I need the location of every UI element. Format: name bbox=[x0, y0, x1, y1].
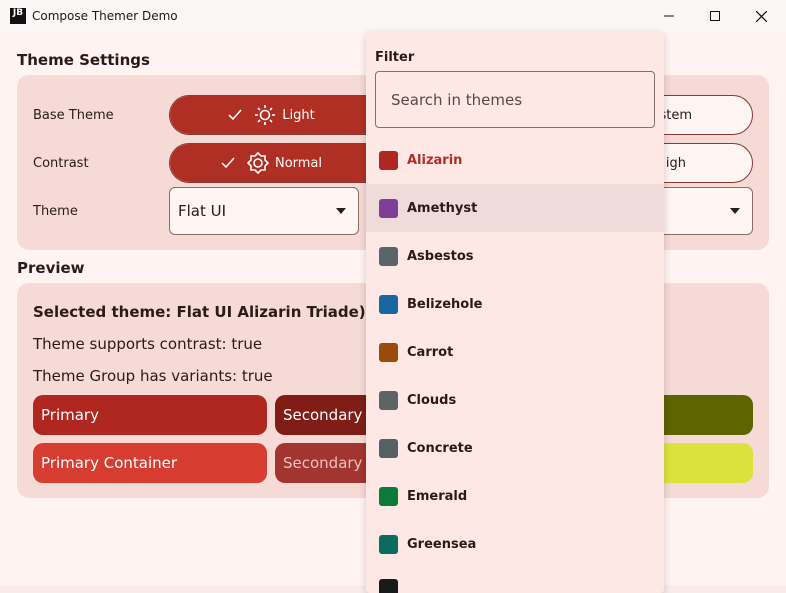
color-swatch bbox=[379, 390, 398, 410]
theme-select-value: Flat UI bbox=[178, 202, 227, 220]
check-icon bbox=[228, 109, 242, 121]
theme-option-carrot[interactable]: Carrot bbox=[366, 328, 664, 376]
sun-icon bbox=[254, 104, 276, 126]
theme-option-label: Amethyst bbox=[407, 200, 478, 216]
check-icon bbox=[221, 157, 235, 169]
preview-title: Preview bbox=[17, 259, 85, 277]
theme-option-label: Greensea bbox=[407, 536, 477, 552]
theme-option-clouds[interactable]: Clouds bbox=[366, 376, 664, 424]
color-swatch bbox=[379, 246, 398, 266]
title-bar: JB Compose Themer Demo bbox=[0, 0, 786, 32]
theme-dropdown-menu: Filter Alizarin Amethyst Asbestos Belize… bbox=[366, 32, 664, 593]
maximize-icon bbox=[710, 11, 720, 21]
theme-option-alizarin[interactable]: Alizarin bbox=[366, 136, 664, 184]
supports-contrast-text: Theme supports contrast: true bbox=[33, 335, 263, 353]
theme-option-amethyst[interactable]: Amethyst bbox=[366, 184, 664, 232]
theme-search-input[interactable] bbox=[375, 71, 655, 128]
primary-chip: Primary bbox=[33, 395, 267, 435]
secondary-chip: Secondary bbox=[275, 395, 375, 435]
color-swatch bbox=[379, 198, 398, 218]
app-icon: JB bbox=[10, 8, 26, 24]
color-swatch bbox=[379, 579, 398, 593]
contrast-normal-label: Normal bbox=[274, 155, 323, 171]
theme-option-greensea[interactable]: Greensea bbox=[366, 520, 664, 568]
theme-label: Theme bbox=[33, 204, 78, 219]
theme-option-concrete[interactable]: Concrete bbox=[366, 424, 664, 472]
base-theme-light-label: Light bbox=[282, 107, 315, 123]
theme-option-emerald[interactable]: Emerald bbox=[366, 472, 664, 520]
theme-select[interactable]: Flat UI bbox=[169, 187, 359, 235]
secondary-container-chip: Secondary C bbox=[275, 443, 375, 483]
base-theme-light-option[interactable]: Light bbox=[170, 96, 367, 134]
theme-option-belizehole[interactable]: Belizehole bbox=[366, 280, 664, 328]
color-swatch bbox=[379, 534, 398, 554]
contrast-label: Contrast bbox=[33, 156, 89, 171]
contrast-gear-icon bbox=[246, 152, 269, 174]
theme-settings-title: Theme Settings bbox=[17, 51, 150, 69]
color-swatch bbox=[379, 486, 398, 506]
maximize-button[interactable] bbox=[692, 0, 738, 32]
dropdown-caret-icon bbox=[336, 208, 346, 214]
primary-container-chip: Primary Container bbox=[33, 443, 267, 483]
minimize-button[interactable] bbox=[646, 0, 692, 32]
close-icon bbox=[755, 10, 767, 22]
selected-theme-text: Selected theme: Flat UI Alizarin Triade) bbox=[33, 303, 366, 321]
theme-option-label: Concrete bbox=[407, 440, 473, 456]
theme-option-label: Carrot bbox=[407, 344, 454, 360]
contrast-high-label: igh bbox=[665, 155, 686, 171]
base-theme-system-label: stem bbox=[659, 107, 692, 123]
minimize-icon bbox=[664, 15, 674, 17]
theme-option-label: Belizehole bbox=[407, 296, 483, 312]
theme-option-label: Emerald bbox=[407, 488, 468, 504]
theme-option-label: Clouds bbox=[407, 392, 457, 408]
theme-option-label: Alizarin bbox=[407, 152, 463, 168]
color-swatch bbox=[379, 150, 398, 170]
has-variants-text: Theme Group has variants: true bbox=[33, 367, 273, 385]
theme-option-next[interactable] bbox=[366, 568, 664, 593]
color-swatch bbox=[379, 438, 398, 458]
theme-option-label: Asbestos bbox=[407, 248, 474, 264]
dropdown-caret-icon bbox=[730, 208, 740, 214]
window-title: Compose Themer Demo bbox=[32, 9, 178, 23]
filter-label: Filter bbox=[375, 50, 415, 65]
color-swatch bbox=[379, 294, 398, 314]
color-swatch bbox=[379, 342, 398, 362]
base-theme-label: Base Theme bbox=[33, 108, 114, 123]
close-button[interactable] bbox=[738, 0, 784, 32]
theme-option-asbestos[interactable]: Asbestos bbox=[366, 232, 664, 280]
contrast-normal-option[interactable]: Normal bbox=[170, 144, 367, 182]
